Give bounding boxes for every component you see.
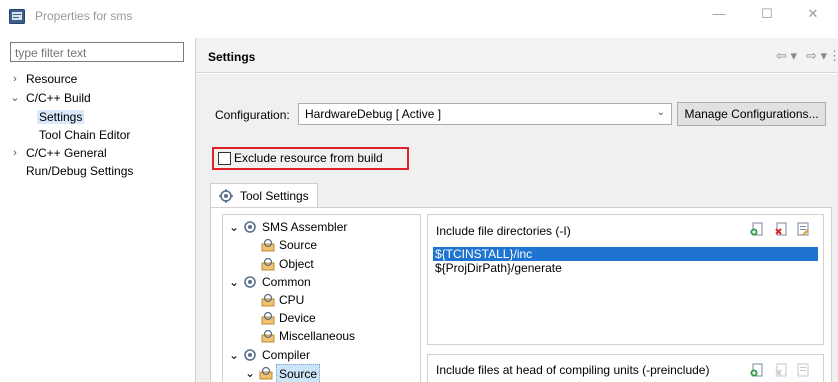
configuration-value: HardwareDebug [ Active ] [305, 107, 442, 121]
tree-item-label: SMS Assembler [262, 220, 348, 234]
delete-icon[interactable] [774, 363, 788, 377]
preinclude-panel: Include files at head of compiling units… [427, 354, 824, 382]
tree-item-label: Object [279, 257, 314, 271]
chevron-down-icon: ⌄ [656, 107, 665, 118]
include-directories-panel: Include file directories (-I) ${TCINSTAL… [427, 214, 824, 345]
chevron-right-icon[interactable]: › [10, 145, 20, 162]
window-title: Properties for sms [35, 9, 133, 23]
option-category-icon [261, 257, 275, 271]
chevron-right-icon[interactable]: › [10, 71, 20, 88]
option-category-icon [261, 329, 275, 343]
list-item[interactable]: ${TCINSTALL}/inc [433, 247, 818, 261]
tab-tool-settings[interactable]: Tool Settings [210, 183, 318, 208]
tool-tree: ⌄ SMS Assembler Source Object ⌄ Common C… [222, 214, 421, 382]
tree-item-label: Device [279, 311, 316, 325]
chevron-down-icon[interactable]: ⌄ [10, 90, 20, 107]
preinclude-title: Include files at head of compiling units… [436, 363, 710, 377]
tree-item-label: Common [262, 275, 311, 289]
tool-icon [244, 276, 256, 288]
option-category-icon [259, 366, 273, 380]
configuration-label: Configuration: [215, 108, 290, 122]
tool-settings-icon [219, 189, 233, 203]
add-icon[interactable] [750, 222, 764, 236]
nav-item-label: Run/Debug Settings [26, 164, 134, 178]
tree-item-label: CPU [279, 293, 305, 307]
close-button[interactable]: ✕ [798, 6, 828, 28]
option-category-icon [261, 311, 275, 325]
nav-item-label: C/C++ Build [26, 91, 91, 105]
filter-input[interactable] [10, 42, 184, 62]
tab-label: Tool Settings [240, 189, 309, 203]
nav-item-label: Tool Chain Editor [39, 128, 131, 142]
exclude-checkbox[interactable] [218, 152, 231, 165]
tree-item-label: Miscellaneous [279, 329, 356, 343]
tree-item-label: Source [276, 364, 321, 382]
option-category-icon [261, 238, 275, 252]
configuration-select[interactable]: HardwareDebug [ Active ] ⌄ [298, 103, 672, 125]
edit-icon[interactable] [796, 222, 810, 236]
nav-item-tool-chain-editor[interactable]: Tool Chain Editor [39, 127, 130, 144]
properties-window-icon [9, 9, 25, 24]
edit-icon[interactable] [796, 363, 810, 377]
minimize-button[interactable]: — [704, 6, 734, 28]
chevron-down-icon[interactable]: ⌄ [229, 218, 239, 236]
nav-item-label: Settings [37, 110, 85, 124]
option-category-icon [261, 293, 275, 307]
delete-icon[interactable] [774, 222, 788, 236]
nav-item-run-debug-settings[interactable]: Run/Debug Settings [26, 163, 133, 180]
title-bar: Properties for sms — ☐ ✕ [0, 0, 838, 33]
exclude-checkbox-label[interactable]: Exclude resource from build [234, 151, 383, 165]
tool-icon [244, 349, 256, 361]
chevron-down-icon[interactable]: ⌄ [245, 364, 255, 382]
nav-item-label: Resource [26, 72, 78, 86]
settings-header: Settings ⇦ ▾ ⇨ ▾ ⋮ [196, 38, 838, 73]
nav-item-label: C/C++ General [26, 146, 107, 160]
tool-icon [244, 221, 256, 233]
include-directories-title: Include file directories (-I) [436, 224, 571, 238]
include-directories-list[interactable]: ${TCINSTALL}/inc ${ProjDirPath}/generate [433, 247, 818, 340]
list-item[interactable]: ${ProjDirPath}/generate [433, 261, 818, 275]
page-title: Settings [208, 50, 256, 64]
maximize-button[interactable]: ☐ [752, 6, 782, 28]
chevron-down-icon[interactable]: ⌄ [229, 273, 239, 291]
tree-item-label: Source [279, 238, 318, 252]
back-icon[interactable]: ⇦ ▾ [776, 48, 797, 64]
manage-configurations-button[interactable]: Manage Configurations... [677, 102, 826, 126]
add-icon[interactable] [750, 363, 764, 377]
view-menu-icon[interactable]: ⋮ [828, 48, 838, 64]
tree-item-label: Compiler [262, 348, 311, 362]
forward-icon[interactable]: ⇨ ▾ [806, 48, 827, 64]
chevron-down-icon[interactable]: ⌄ [229, 346, 239, 364]
nav-item-settings[interactable]: Settings [37, 109, 85, 126]
